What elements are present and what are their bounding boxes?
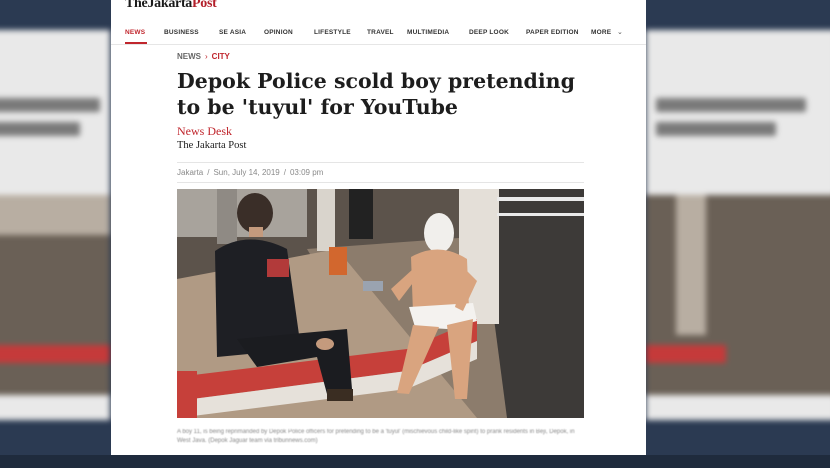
- nav-item-opinion[interactable]: OPINION: [264, 29, 293, 36]
- blurred-photo: [0, 195, 110, 395]
- article-date: Sun, July 14, 2019: [213, 168, 280, 177]
- article-location: Jakarta: [177, 168, 204, 177]
- nav-item-travel[interactable]: TRAVEL: [367, 29, 394, 36]
- article-photo-illustration: [177, 189, 584, 418]
- breadcrumb-separator-icon: ›: [205, 52, 208, 61]
- bottom-background-band: [0, 455, 830, 468]
- breadcrumb: NEWS › CITY: [177, 52, 230, 61]
- article-photo: [177, 189, 584, 418]
- background-blur-right: [646, 30, 830, 420]
- article-page: TheJakartaPost NEWS BUSINESS SE ASIA OPI…: [111, 0, 646, 462]
- background-blur-left: [0, 30, 110, 420]
- meta-separator: /: [207, 168, 210, 177]
- article-headline: Depok Police scold boy pretending to be …: [177, 69, 575, 119]
- photo-caption: A boy 11, is being reprimanded by Depok …: [177, 429, 575, 444]
- breadcrumb-section[interactable]: NEWS: [177, 52, 201, 61]
- blurred-headline-line: [0, 122, 80, 136]
- nav-item-lifestyle[interactable]: LIFESTYLE: [314, 29, 351, 36]
- nav-item-multimedia[interactable]: MULTIMEDIA: [407, 29, 449, 36]
- breadcrumb-subsection[interactable]: CITY: [212, 52, 230, 61]
- logo-text-primary: TheJakarta: [125, 0, 193, 11]
- blurred-headline-line: [0, 98, 100, 112]
- logo-text-accent: Post: [192, 0, 217, 11]
- article-author[interactable]: News Desk: [177, 124, 232, 139]
- meta-separator: /: [283, 168, 286, 177]
- article-meta: Jakarta / Sun, July 14, 2019/03:09 pm: [177, 168, 323, 177]
- divider: [177, 162, 584, 163]
- article-publication: The Jakarta Post: [177, 140, 247, 151]
- article-time: 03:09 pm: [289, 168, 324, 177]
- main-nav: NEWS BUSINESS SE ASIA OPINION LIFESTYLE …: [111, 22, 646, 45]
- nav-item-news[interactable]: NEWS: [125, 29, 145, 36]
- blurred-photo: [646, 195, 830, 395]
- nav-item-paper-edition[interactable]: PAPER EDITION: [526, 29, 579, 36]
- nav-item-se-asia[interactable]: SE ASIA: [219, 29, 246, 36]
- blurred-headline-line: [656, 122, 776, 136]
- divider: [177, 182, 584, 183]
- nav-item-business[interactable]: BUSINESS: [164, 29, 199, 36]
- nav-item-deep-look[interactable]: DEEP LOOK: [469, 29, 509, 36]
- chevron-down-icon[interactable]: ⌄: [617, 28, 623, 36]
- blurred-headline-line: [656, 98, 806, 112]
- site-logo[interactable]: TheJakartaPost: [125, 0, 217, 12]
- active-nav-indicator: [125, 42, 147, 44]
- nav-item-more[interactable]: MORE: [591, 29, 611, 36]
